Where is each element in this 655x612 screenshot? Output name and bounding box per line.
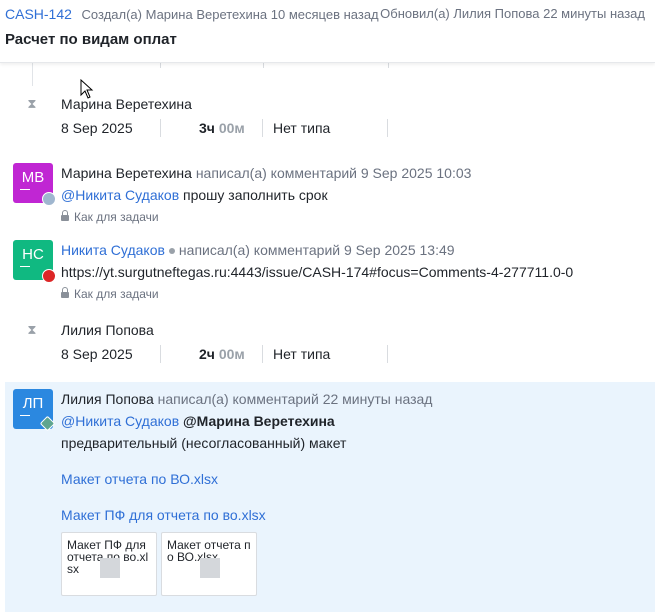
visibility-label: Как для задачи	[74, 287, 159, 301]
comment-visibility[interactable]: Как для задачи	[61, 210, 159, 224]
worklog-author[interactable]: Марина Веретехина	[61, 96, 192, 112]
attachment-link[interactable]: Макет ПФ для отчета по во.xlsx	[61, 507, 266, 523]
comment-action: написал(а) комментарий 9 Sep 2025 10:03	[195, 165, 472, 181]
worklog-type[interactable]: Нет типа	[273, 120, 330, 136]
issue-meta: CASH-142 Создал(а) Марина Веретехина 10 …	[5, 6, 645, 22]
lock-icon	[61, 287, 69, 298]
created-info: Создал(а) Марина Веретехина 10 месяцев н…	[81, 7, 379, 22]
avatar-initials: НС	[22, 246, 44, 263]
file-icon	[100, 558, 120, 578]
issue-header: CASH-142 Создал(а) Марина Веретехина 10 …	[0, 0, 655, 63]
updated-info: Обновил(а) Лилия Попова 22 минуты назад	[380, 6, 645, 21]
worklog-duration[interactable]: 3ч 00м	[199, 120, 245, 136]
divider	[160, 119, 161, 137]
comment-header: Никита Судаков написал(а) комментарий 9 S…	[61, 242, 455, 258]
worklog-hours: 3ч	[199, 120, 215, 136]
worklog-date[interactable]: 8 Sep 2025	[61, 346, 133, 362]
status-badge-icon	[42, 269, 56, 283]
divider	[160, 345, 161, 363]
worklog-duration[interactable]: 2ч 00м	[199, 346, 245, 362]
attachment-thumbnail[interactable]: Макет ПФ для отчета по во.xlsx	[61, 532, 157, 596]
avatar[interactable]: МВ	[13, 163, 56, 206]
comment-action: написал(а) комментарий 22 минуты назад	[157, 391, 433, 407]
comment-text: прошу заполнить срок	[183, 187, 328, 203]
mention-link-bold[interactable]: @Марина Веретехина	[183, 413, 335, 429]
comment-body: @Никита Судаков @Марина Веретехина	[61, 413, 335, 429]
attachment-link[interactable]: Макет отчета по ВО.xlsx	[61, 471, 218, 487]
worklog-author[interactable]: Лилия Попова	[61, 322, 154, 338]
worklog-hours: 2ч	[199, 346, 215, 362]
comment-body: @Никита Судаков прошу заполнить срок	[61, 187, 328, 203]
comment-author[interactable]: Лилия Попова	[61, 391, 154, 407]
worklog-minutes: 00м	[218, 120, 245, 136]
avatar-initials: ЛП	[22, 395, 44, 412]
status-badge-icon	[42, 192, 56, 206]
divider	[387, 119, 388, 137]
file-icon	[200, 558, 220, 578]
issue-title: Расчет по видам оплат	[5, 31, 177, 48]
comment-header: Марина Веретехина написал(а) комментарий…	[61, 165, 471, 181]
comment-author[interactable]: Никита Судаков	[61, 242, 165, 258]
hourglass-icon: ⧗	[27, 322, 37, 337]
divider	[262, 345, 263, 363]
comment-visibility[interactable]: Как для задачи	[61, 287, 159, 301]
comment-author[interactable]: Марина Веретехина	[61, 165, 192, 181]
worklog-date[interactable]: 8 Sep 2025	[61, 120, 133, 136]
visibility-label: Как для задачи	[74, 210, 159, 224]
comment-action: написал(а) комментарий 9 Sep 2025 13:49	[178, 242, 455, 258]
comment-header: Лилия Попова написал(а) комментарий 22 м…	[61, 391, 432, 407]
lock-icon	[61, 210, 69, 221]
comment-link[interactable]: https://yt.surgutneftegas.ru:4443/issue/…	[61, 264, 573, 280]
hourglass-icon: ⧗	[27, 96, 37, 111]
mention-link[interactable]: @Никита Судаков	[61, 413, 179, 429]
comment-text: предварительный (несогласованный) макет	[61, 435, 347, 451]
timeline-line	[32, 62, 33, 86]
online-status-icon	[168, 247, 175, 254]
avatar[interactable]: ЛП	[13, 389, 56, 432]
avatar[interactable]: НС	[13, 240, 56, 283]
attachment-thumbnail[interactable]: Макет отчета по ВО.xlsx	[161, 532, 257, 596]
divider	[262, 119, 263, 137]
mention-link[interactable]: @Никита Судаков	[61, 187, 179, 203]
avatar-initials: МВ	[21, 169, 45, 186]
worklog-type[interactable]: Нет типа	[273, 346, 330, 362]
worklog-minutes: 00м	[218, 346, 245, 362]
issue-id-link[interactable]: CASH-142	[5, 6, 72, 22]
divider	[387, 345, 388, 363]
